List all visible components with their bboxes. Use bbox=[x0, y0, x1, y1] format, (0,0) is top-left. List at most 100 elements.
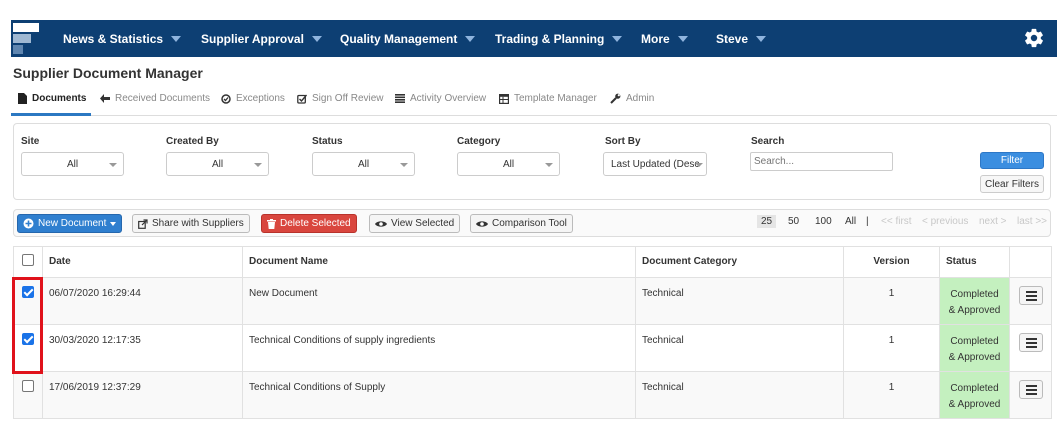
category-select[interactable]: All bbox=[457, 152, 560, 176]
table-row[interactable]: 17/06/2019 12:37:29 Technical Conditions… bbox=[13, 371, 1052, 419]
row-date: 30/03/2020 12:17:35 bbox=[42, 324, 243, 372]
tab-received-documents[interactable]: Received Documents bbox=[100, 93, 210, 104]
share-icon bbox=[138, 218, 148, 229]
new-document-button[interactable]: New Document bbox=[17, 214, 123, 233]
row-menu-button[interactable] bbox=[1018, 286, 1043, 305]
search-input[interactable] bbox=[750, 152, 893, 171]
status-select[interactable]: All bbox=[312, 152, 415, 176]
row-category: Technical bbox=[635, 324, 844, 372]
sort-by-label: Sort By bbox=[605, 136, 641, 147]
clear-filters-button[interactable]: Clear Filters bbox=[980, 175, 1044, 193]
row-document-name: Technical Conditions of supply ingredien… bbox=[242, 324, 636, 372]
select-all-checkbox[interactable] bbox=[22, 254, 34, 266]
eye-icon bbox=[375, 220, 387, 227]
tab-exceptions[interactable]: Exceptions bbox=[221, 93, 285, 104]
pager-previous[interactable]: < previous bbox=[922, 216, 968, 227]
row-menu-button[interactable] bbox=[1018, 333, 1043, 352]
select-all-cell bbox=[13, 246, 43, 278]
search-label: Search bbox=[751, 136, 785, 147]
nav-more[interactable]: More bbox=[641, 20, 688, 57]
filter-panel: Site All Created By All Status All Categ… bbox=[13, 123, 1051, 200]
row-select-cell bbox=[13, 371, 43, 419]
row-actions-cell bbox=[1009, 277, 1052, 325]
table-icon bbox=[499, 93, 509, 104]
row-category: Technical bbox=[635, 277, 844, 325]
column-document-name[interactable]: Document Name bbox=[242, 246, 636, 278]
chevron-down-icon bbox=[695, 163, 703, 167]
page-title: Supplier Document Manager bbox=[13, 65, 203, 81]
status-badge: Completed & Approved bbox=[939, 277, 1010, 325]
row-date: 17/06/2019 12:37:29 bbox=[42, 371, 243, 419]
sort-by-select[interactable]: Last Updated (Desc bbox=[603, 152, 707, 176]
tab-documents[interactable]: Documents bbox=[18, 93, 86, 104]
gear-icon[interactable] bbox=[1023, 27, 1045, 49]
app-logo[interactable] bbox=[13, 23, 39, 54]
page-size-50[interactable]: 50 bbox=[788, 216, 799, 227]
selection-highlight-box bbox=[12, 277, 43, 374]
pager-next[interactable]: next > bbox=[979, 216, 1007, 227]
chevron-down-icon bbox=[400, 163, 408, 167]
row-actions-cell bbox=[1009, 371, 1052, 419]
row-actions-cell bbox=[1009, 324, 1052, 372]
page-size-all[interactable]: All bbox=[845, 216, 856, 227]
filter-button[interactable]: Filter bbox=[980, 152, 1044, 169]
eye-icon bbox=[476, 220, 488, 227]
comparison-tool-button[interactable]: Comparison Tool bbox=[470, 214, 573, 233]
share-with-suppliers-button[interactable]: Share with Suppliers bbox=[132, 214, 250, 233]
column-version[interactable]: Version bbox=[843, 246, 940, 278]
plus-circle-icon bbox=[23, 218, 34, 229]
page-size-25[interactable]: 25 bbox=[757, 215, 777, 228]
created-by-label: Created By bbox=[166, 136, 219, 147]
site-select[interactable]: All bbox=[21, 152, 124, 176]
nav-supplier-approval[interactable]: Supplier Approval bbox=[201, 20, 322, 57]
status-badge: Completed & Approved bbox=[939, 371, 1010, 419]
check-square-icon bbox=[297, 94, 307, 104]
chevron-down-icon bbox=[465, 35, 476, 42]
column-document-category[interactable]: Document Category bbox=[635, 246, 844, 278]
delete-selected-button[interactable]: Delete Selected bbox=[261, 214, 357, 233]
wrench-icon bbox=[610, 93, 621, 104]
pager-last[interactable]: last >> bbox=[1017, 216, 1047, 227]
column-date[interactable]: Date bbox=[42, 246, 243, 278]
category-label: Category bbox=[457, 136, 501, 147]
row-version: 1 bbox=[843, 324, 940, 372]
page-size-100[interactable]: 100 bbox=[815, 216, 832, 227]
chevron-down-icon bbox=[545, 163, 553, 167]
created-by-select[interactable]: All bbox=[166, 152, 269, 176]
status-label: Status bbox=[312, 136, 343, 147]
nav-news-statistics[interactable]: News & Statistics bbox=[63, 20, 182, 57]
action-toolbar: New Document Share with Suppliers Delete… bbox=[13, 209, 1051, 237]
view-selected-button[interactable]: View Selected bbox=[369, 214, 461, 233]
list-icon bbox=[395, 94, 405, 103]
chevron-down-icon bbox=[110, 221, 117, 226]
documents-table: Date Document Name Document Category Ver… bbox=[13, 246, 1052, 419]
tab-template-manager[interactable]: Template Manager bbox=[499, 93, 597, 104]
row-document-name: New Document bbox=[242, 277, 636, 325]
row-document-name: Technical Conditions of Supply bbox=[242, 371, 636, 419]
column-status[interactable]: Status bbox=[939, 246, 1010, 278]
chevron-down-icon bbox=[254, 163, 262, 167]
row-category: Technical bbox=[635, 371, 844, 419]
chevron-down-icon bbox=[756, 35, 767, 42]
nav-trading-planning[interactable]: Trading & Planning bbox=[495, 20, 623, 57]
table-row[interactable]: 30/03/2020 12:17:35 Technical Conditions… bbox=[13, 324, 1052, 372]
check-circle-icon bbox=[221, 93, 231, 104]
nav-user-menu[interactable]: Steve bbox=[716, 20, 767, 57]
arrow-left-icon bbox=[100, 94, 110, 103]
pager-separator: | bbox=[866, 216, 869, 227]
row-menu-button[interactable] bbox=[1018, 380, 1043, 399]
nav-quality-management[interactable]: Quality Management bbox=[340, 20, 476, 57]
tab-admin[interactable]: Admin bbox=[610, 93, 654, 104]
column-actions bbox=[1009, 246, 1052, 278]
pager-first[interactable]: << first bbox=[881, 216, 912, 227]
chevron-down-icon bbox=[171, 35, 182, 42]
row-date: 06/07/2020 16:29:44 bbox=[42, 277, 243, 325]
table-row[interactable]: 06/07/2020 16:29:44 New Document Technic… bbox=[13, 277, 1052, 325]
document-icon bbox=[18, 93, 27, 104]
row-checkbox[interactable] bbox=[22, 380, 34, 392]
site-label: Site bbox=[21, 136, 40, 147]
tab-activity-overview[interactable]: Activity Overview bbox=[395, 93, 486, 104]
tab-sign-off-review[interactable]: Sign Off Review bbox=[297, 93, 384, 104]
trash-icon bbox=[267, 218, 276, 229]
chevron-down-icon bbox=[677, 35, 688, 42]
